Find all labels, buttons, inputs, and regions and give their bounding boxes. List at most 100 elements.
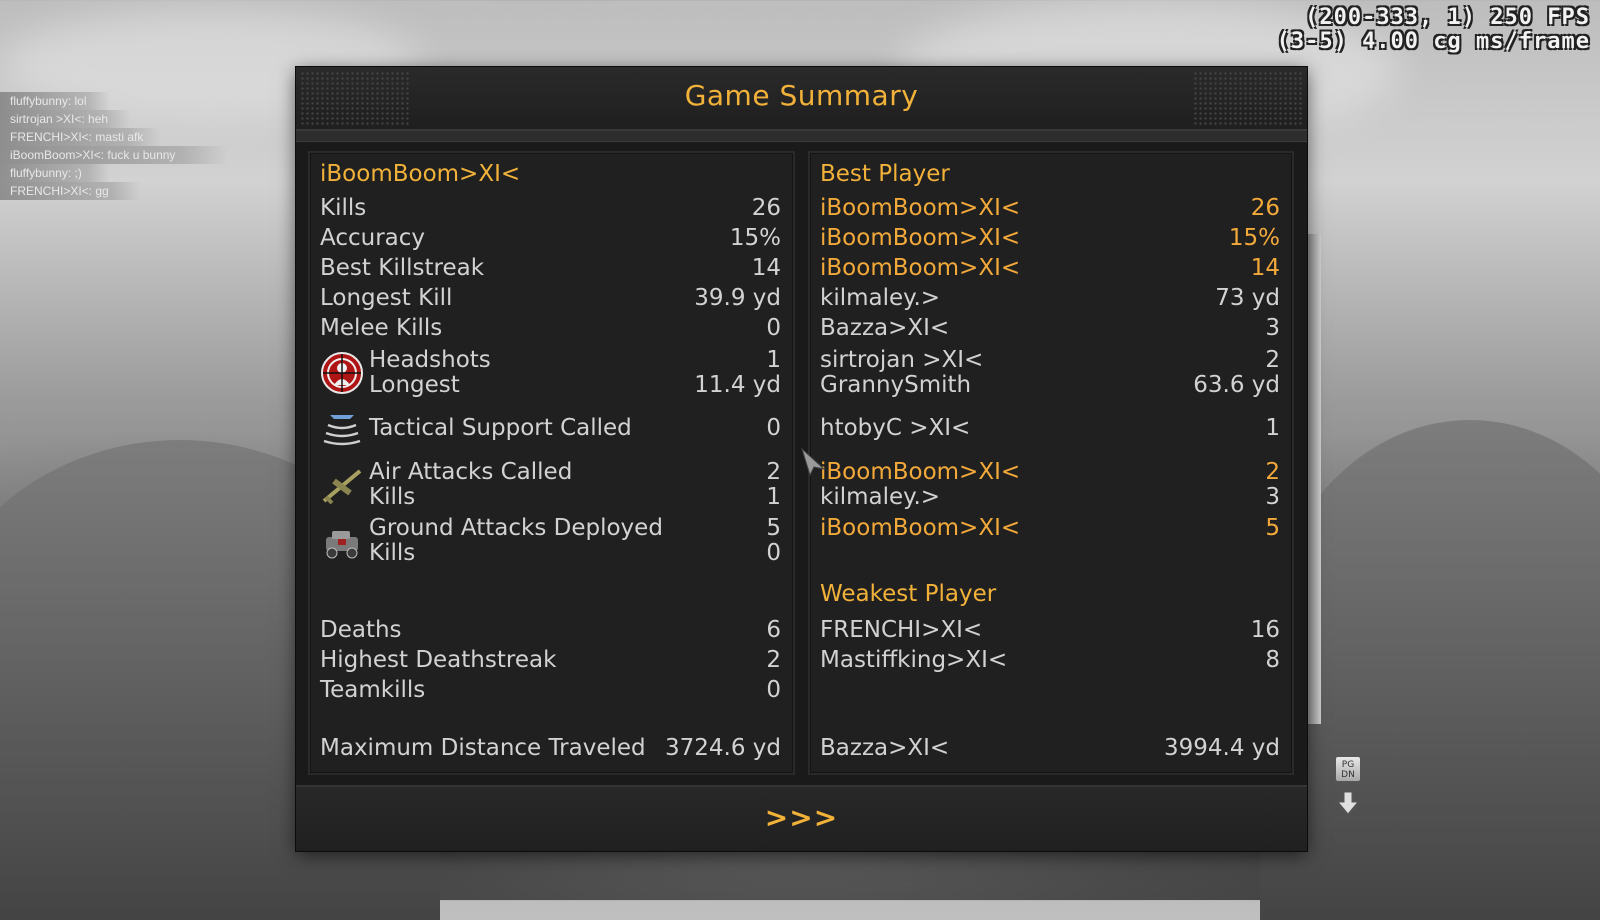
player-name: Bazza>XI< [820, 315, 950, 341]
player-name: iBoomBoom>XI< [820, 459, 1021, 485]
stat-label: Headshots [369, 347, 491, 373]
best-row-distance: Bazza>XI< 3994.4 yd [820, 735, 1280, 765]
stat-value: 2 [1265, 459, 1280, 485]
frame-time-line: (3-5) 4.00 cg ms/frame [1276, 29, 1590, 54]
weakest-row-deathstreak: Mastiffking>XI< 8 [820, 647, 1280, 677]
stat-value: 15% [729, 225, 781, 251]
chat-line: FRENCHI>XI<: masti afk [0, 128, 160, 146]
stat-label: Highest Deathstreak [320, 647, 557, 673]
player-name: iBoomBoom>XI< [820, 225, 1021, 251]
stat-value: 11.4 yd [694, 372, 781, 398]
stat-value: 1 [766, 484, 781, 510]
stat-value: 1 [766, 347, 781, 373]
player-stats-column: iBoomBoom>XI< Kills 26 Accuracy 15% Best… [308, 151, 795, 775]
best-row-kills: iBoomBoom>XI< 26 [820, 195, 1280, 225]
best-row-tactical: htobyC >XI< 1 [820, 415, 1280, 445]
next-button[interactable]: >>> [765, 801, 838, 834]
stat-value: 3724.6 yd [665, 735, 781, 761]
stat-row-ground-kills: Kills 0 [320, 540, 781, 570]
stat-label: Best Killstreak [320, 255, 485, 281]
best-row-air-kills: kilmaley.> 3 [820, 484, 1280, 514]
chat-line: sirtrojan >XI<: heh [0, 110, 130, 128]
stat-value: 5 [766, 515, 781, 541]
stat-value: 3994.4 yd [1164, 735, 1280, 761]
pgdn-key-icon[interactable]: PG DN [1335, 756, 1361, 782]
stat-value: 14 [1250, 255, 1280, 281]
stat-value: 73 yd [1215, 285, 1280, 311]
panel-header: Game Summary [296, 67, 1307, 131]
down-arrow-icon[interactable] [1336, 790, 1360, 816]
stat-label: Accuracy [320, 225, 426, 251]
stat-row-longest-kill: Longest Kill 39.9 yd [320, 285, 781, 315]
stat-value: 15% [1228, 225, 1280, 251]
fps-line: (200-333, 1) 250 FPS [1305, 5, 1590, 30]
stat-value: 26 [751, 195, 781, 221]
stat-value: 5 [1265, 515, 1280, 541]
player-name: Mastiffking>XI< [820, 647, 1008, 673]
chat-log: fluffybunny: lol sirtrojan >XI<: heh FRE… [0, 92, 228, 200]
best-player-column: Best Player iBoomBoom>XI< 26 iBoomBoom>X… [808, 151, 1294, 775]
stat-row-distance: Maximum Distance Traveled 3724.6 yd [320, 735, 781, 765]
best-row-accuracy: iBoomBoom>XI< 15% [820, 225, 1280, 255]
player-name: FRENCHI>XI< [820, 617, 983, 643]
chat-line: iBoomBoom>XI<: fuck u bunny [0, 146, 228, 164]
stat-label: Tactical Support Called [369, 415, 632, 441]
stat-row-deathstreak: Highest Deathstreak 2 [320, 647, 781, 677]
stat-label: Kills [369, 484, 416, 510]
stat-value: 63.6 yd [1193, 372, 1280, 398]
player-name: iBoomBoom>XI< [320, 161, 521, 187]
player-name: sirtrojan >XI< [820, 347, 984, 373]
stat-value: 8 [1265, 647, 1280, 673]
player-name: htobyC >XI< [820, 415, 971, 441]
stat-value: 2 [766, 459, 781, 485]
page-title: Game Summary [684, 79, 919, 112]
best-row-headshot-longest: GrannySmith 63.6 yd [820, 372, 1280, 402]
player-name: GrannySmith [820, 372, 972, 398]
stat-row-headshot-longest: Longest 11.4 yd [320, 372, 781, 402]
chat-line: fluffybunny: lol [0, 92, 110, 110]
stat-row-teamkills: Teamkills 0 [320, 677, 781, 707]
player-name: kilmaley.> [820, 285, 941, 311]
stat-row-tactical: Tactical Support Called 0 [320, 415, 781, 445]
stat-label: Ground Attacks Deployed [369, 515, 663, 541]
stat-value: 0 [766, 415, 781, 441]
stat-value: 39.9 yd [694, 285, 781, 311]
weakest-row-deaths: FRENCHI>XI< 16 [820, 617, 1280, 647]
stat-value: 3 [1265, 484, 1280, 510]
player-name: iBoomBoom>XI< [820, 515, 1021, 541]
stat-value: 14 [751, 255, 781, 281]
stat-label: Air Attacks Called [369, 459, 573, 485]
stat-value: 0 [766, 540, 781, 566]
stat-label: Longest Kill [320, 285, 453, 311]
stat-value: 6 [766, 617, 781, 643]
weakest-player-title: Weakest Player [820, 581, 997, 607]
stat-row-kills: Kills 26 [320, 195, 781, 225]
stat-row-air-kills: Kills 1 [320, 484, 781, 514]
player-name: iBoomBoom>XI< [820, 195, 1021, 221]
stat-row-deaths: Deaths 6 [320, 617, 781, 647]
header-divider [296, 131, 1307, 142]
stat-row-accuracy: Accuracy 15% [320, 225, 781, 255]
best-row-killstreak: iBoomBoom>XI< 14 [820, 255, 1280, 285]
stat-label: Maximum Distance Traveled [320, 735, 646, 761]
stat-value: 26 [1250, 195, 1280, 221]
chat-line: fluffybunny: ;) [0, 164, 110, 182]
player-name: Bazza>XI< [820, 735, 950, 761]
stat-value: 0 [766, 677, 781, 703]
stat-value: 16 [1250, 617, 1280, 643]
best-row-melee: Bazza>XI< 3 [820, 315, 1280, 345]
fps-counter: (200-333, 1) 250 FPS (3-5) 4.00 cg ms/fr… [1277, 6, 1590, 54]
stat-label: Kills [320, 195, 367, 221]
stat-value: 2 [1265, 347, 1280, 373]
chat-line: FRENCHI>XI<: gg [0, 182, 140, 200]
stat-value: 0 [766, 315, 781, 341]
stat-value: 3 [1265, 315, 1280, 341]
best-row-longest-kill: kilmaley.> 73 yd [820, 285, 1280, 315]
mouse-cursor-icon [800, 447, 826, 477]
best-row-ground-attacks: iBoomBoom>XI< 5 [820, 515, 1280, 545]
stat-label: Deaths [320, 617, 402, 643]
panel-footer: >>> [296, 785, 1307, 851]
player-name: kilmaley.> [820, 484, 941, 510]
stat-label: Teamkills [320, 677, 426, 703]
stat-value: 1 [1265, 415, 1280, 441]
